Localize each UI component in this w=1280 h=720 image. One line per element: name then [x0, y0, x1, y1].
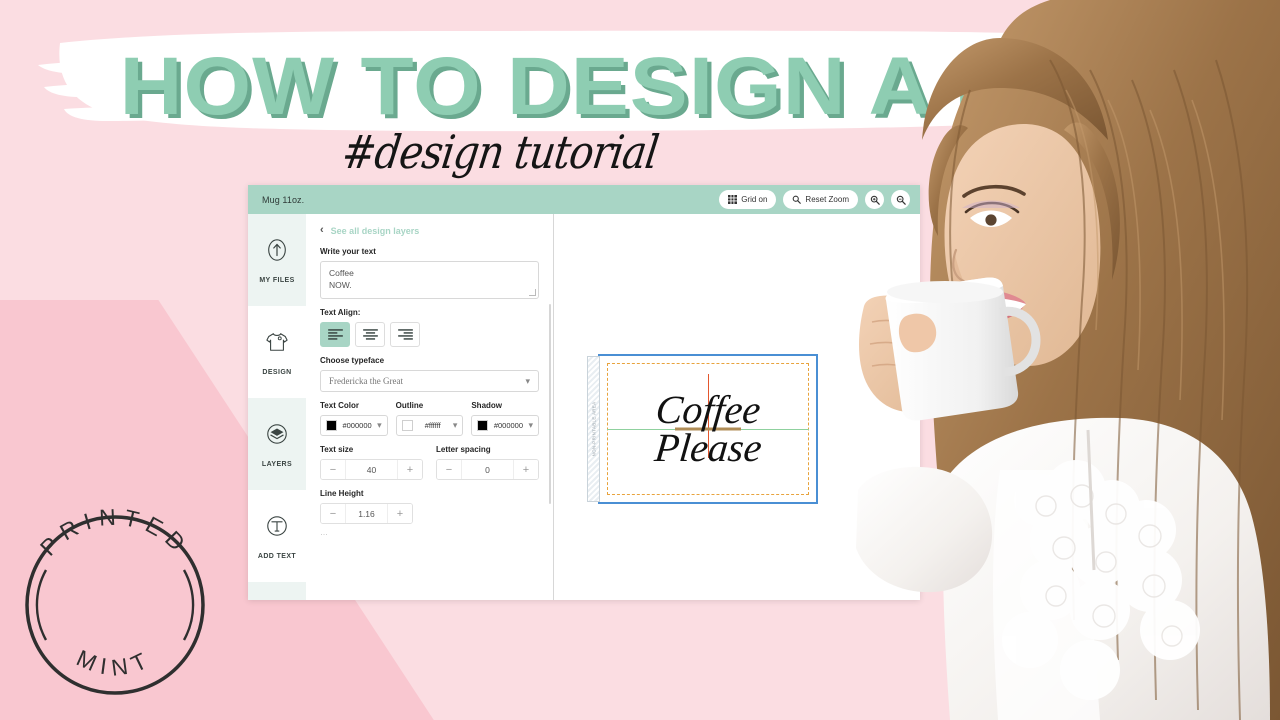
see-all-design-layers-label: See all design layers: [330, 225, 420, 236]
sidebar-rail: MY FILES DESIGN LAYERS ADD TEXT: [248, 214, 306, 600]
text-size-stepper[interactable]: − 40 +: [320, 459, 423, 480]
letter-spacing-value: 0: [461, 460, 514, 479]
line-height-field: Line Height − 1.16 +: [320, 489, 539, 524]
align-center-button[interactable]: [355, 322, 385, 347]
app-screenshot-window: Mug 11oz. Grid on Reset Zoom MY FILES DE…: [248, 185, 920, 600]
text-align-group: [320, 322, 539, 347]
text-color-swatch: [326, 420, 337, 431]
chevron-down-icon: ▾: [528, 420, 534, 430]
sidebar-item-add-text[interactable]: ADD TEXT: [248, 490, 306, 582]
outline-label: Outline: [395, 401, 424, 410]
shadow-color-picker[interactable]: #000000 ▾: [471, 415, 540, 436]
align-left-icon: [327, 329, 343, 340]
text-size-label: Text size: [320, 445, 354, 454]
text-color-picker[interactable]: #000000 ▾: [320, 415, 388, 436]
align-center-icon: [362, 329, 378, 340]
app-toolbar: Mug 11oz. Grid on Reset Zoom: [248, 185, 920, 214]
grid-icon: [728, 195, 738, 204]
brand-logo-badge: PRINTED MINT: [10, 500, 220, 710]
sidebar-item-label: MY FILES: [259, 276, 295, 284]
line-height-label: Line Height: [320, 489, 364, 498]
typeface-value: Fredericka the Great: [329, 376, 403, 386]
size-spacing-row: Text size − 40 + Letter spacing − 0 +: [320, 445, 539, 480]
sidebar-item-my-files[interactable]: MY FILES: [248, 214, 306, 306]
letter-spacing-field: Letter spacing − 0 +: [436, 445, 539, 480]
outline-color-value: #ffffff: [424, 421, 441, 430]
line-height-increment-button[interactable]: +: [388, 504, 412, 523]
mug-design-text-line-2: Please: [652, 425, 764, 470]
text-size-value: 40: [345, 460, 398, 479]
panel-cut-off-row: …: [320, 528, 328, 535]
align-right-button[interactable]: [390, 322, 420, 347]
outline-color-picker[interactable]: #ffffff ▾: [395, 415, 464, 436]
letter-spacing-label: Letter spacing: [436, 445, 491, 454]
chevron-down-icon: ▾: [377, 420, 382, 430]
mug-design-text[interactable]: Coffee Please: [600, 356, 816, 502]
letter-spacing-stepper[interactable]: − 0 +: [436, 459, 539, 480]
letter-spacing-decrement-button[interactable]: −: [437, 460, 461, 479]
upload-arrow-icon: [264, 237, 290, 263]
non-printable-area-label: NON-PRINTABLE AREA: [591, 401, 596, 457]
shadow-color-swatch: [477, 420, 489, 431]
grid-toggle-label: Grid on: [741, 195, 768, 204]
text-color-value: #000000: [342, 421, 372, 430]
outline-color-swatch: [401, 420, 413, 431]
layers-icon: [264, 421, 290, 447]
write-your-text-label: Write your text: [320, 247, 376, 256]
product-title: Mug 11oz.: [262, 194, 305, 205]
mug-design-canvas[interactable]: NON-PRINTABLE AREA Coffee Please: [587, 354, 818, 504]
see-all-design-layers-link[interactable]: ‹ See all design layers: [320, 225, 539, 236]
sidebar-item-label: DESIGN: [262, 368, 292, 376]
text-properties-panel: ‹ See all design layers Write your text …: [306, 214, 554, 600]
sidebar-item-design[interactable]: DESIGN: [248, 306, 306, 398]
sidebar-item-label: LAYERS: [261, 460, 293, 468]
sidebar-item-clipart[interactable]: [248, 582, 306, 600]
line-height-value: 1.16: [345, 504, 388, 523]
magnifier-icon: [792, 195, 802, 204]
line-height-decrement-button[interactable]: −: [321, 504, 345, 523]
chevron-down-icon: ▾: [452, 420, 458, 430]
outline-color-field: Outline #ffffff ▾: [395, 401, 464, 436]
sidebar-item-label: ADD TEXT: [257, 552, 297, 560]
text-input-line-1: Coffee: [329, 268, 354, 278]
mug-design-text-line-1: Coffee: [653, 387, 763, 432]
typeface-select[interactable]: Fredericka the Great ▾: [320, 370, 539, 392]
panel-scrollbar[interactable]: [549, 304, 551, 504]
color-fields-row: Text Color #000000 ▾ Outline #ffffff ▾ S…: [320, 401, 540, 436]
text-color-label: Text Color: [320, 401, 359, 410]
sidebar-item-layers[interactable]: LAYERS: [248, 398, 306, 490]
reset-zoom-button[interactable]: Reset Zoom: [783, 190, 858, 209]
shadow-color-value: #000000: [493, 421, 524, 430]
tshirt-icon: [264, 329, 290, 355]
shadow-color-field: Shadow #000000 ▾: [471, 401, 540, 436]
text-size-decrement-button[interactable]: −: [321, 460, 345, 479]
text-size-increment-button[interactable]: +: [398, 460, 422, 479]
text-size-field: Text size − 40 +: [320, 445, 423, 480]
model-photo: [850, 0, 1280, 720]
text-t-icon: [264, 513, 290, 539]
align-left-button[interactable]: [320, 322, 350, 347]
non-printable-area-strip: NON-PRINTABLE AREA: [587, 356, 600, 502]
brand-bottom-text: MINT: [73, 645, 157, 681]
choose-typeface-label: Choose typeface: [320, 356, 385, 365]
text-input-line-2: NOW.: [329, 280, 352, 291]
brand-top-text: PRINTED: [35, 504, 195, 561]
line-height-stepper[interactable]: − 1.16 +: [320, 503, 413, 524]
shadow-label: Shadow: [471, 401, 503, 410]
chevron-down-icon: ▾: [525, 375, 530, 386]
chevron-left-icon: ‹: [320, 224, 324, 236]
text-align-label: Text Align:: [320, 308, 361, 317]
grid-toggle-button[interactable]: Grid on: [719, 190, 777, 209]
text-input[interactable]: Coffee NOW.: [320, 261, 539, 299]
align-right-icon: [397, 329, 413, 340]
reset-zoom-label: Reset Zoom: [805, 195, 849, 204]
letter-spacing-increment-button[interactable]: +: [514, 460, 538, 479]
text-color-field: Text Color #000000 ▾: [320, 401, 388, 436]
